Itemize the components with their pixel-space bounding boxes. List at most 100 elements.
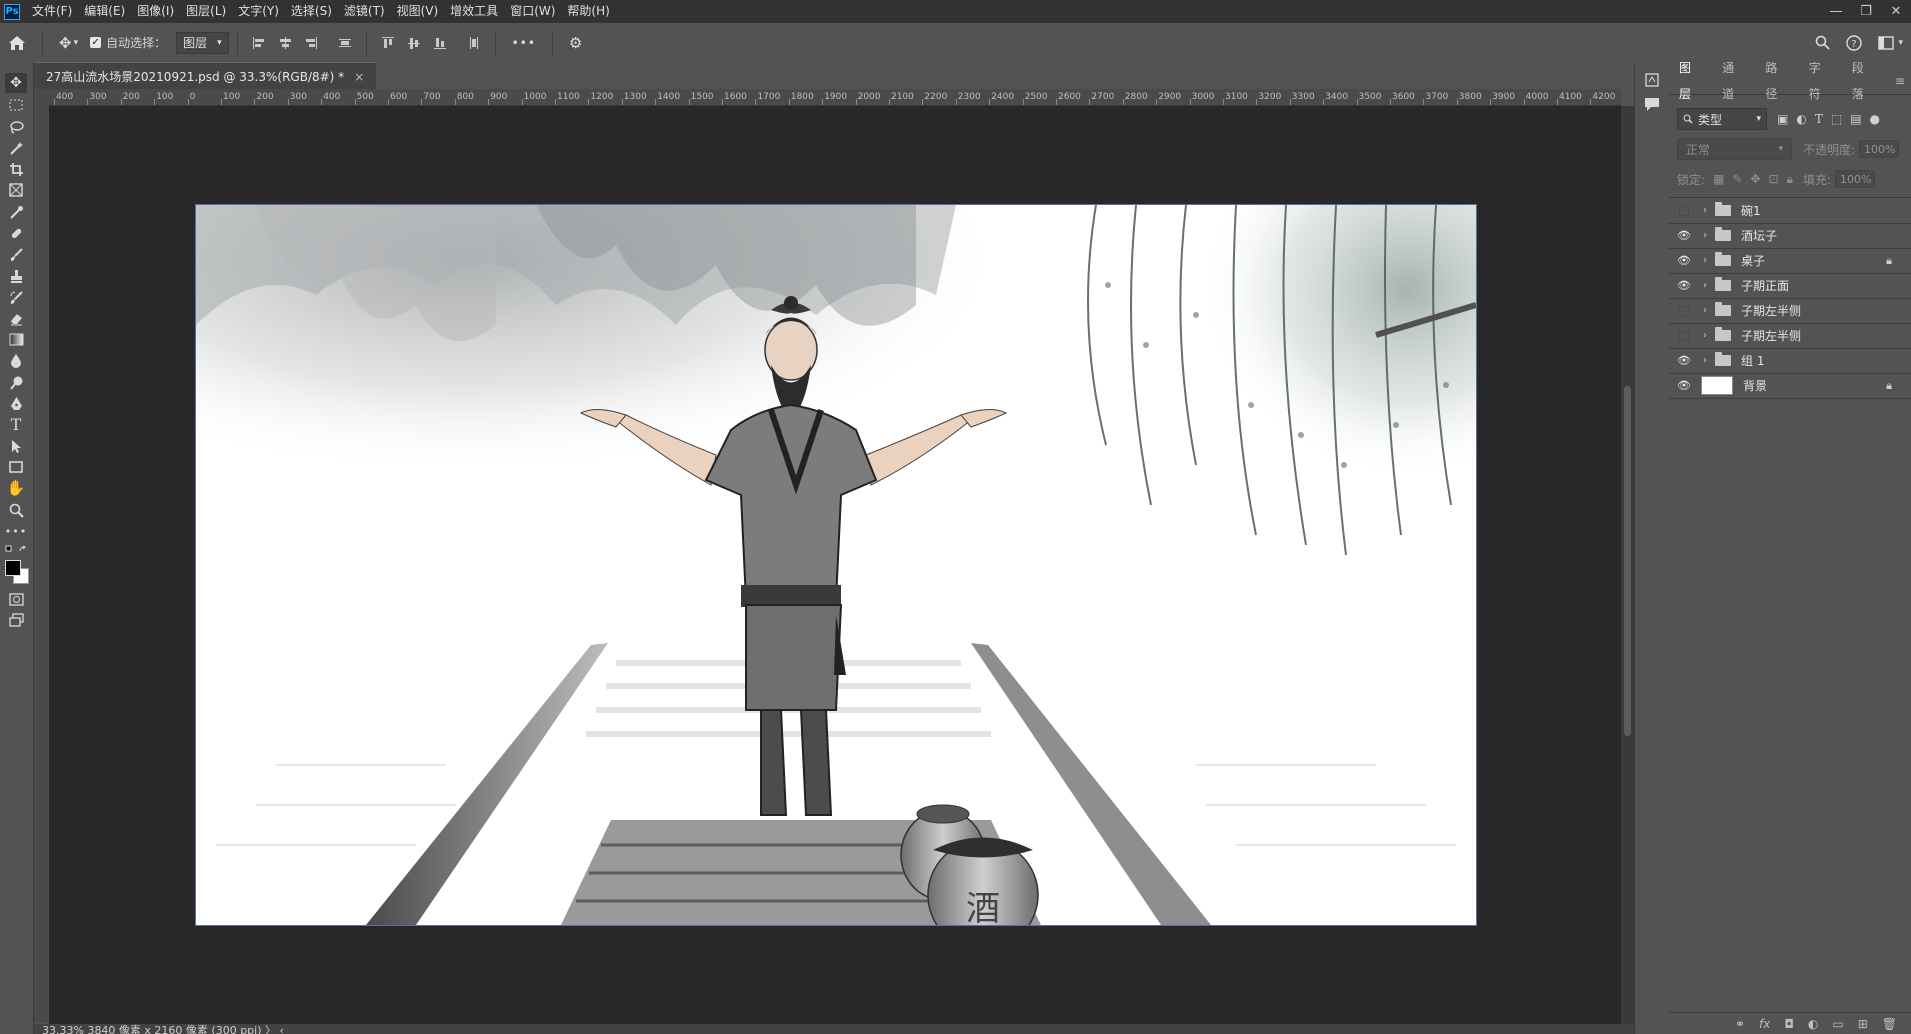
- blend-mode-dropdown[interactable]: 正常 ▾: [1677, 138, 1792, 160]
- vertical-scrollbar[interactable]: [1621, 106, 1634, 1024]
- history-panel-icon[interactable]: [1642, 70, 1662, 90]
- ruler-origin[interactable]: [34, 89, 50, 106]
- vertical-ruler[interactable]: [34, 105, 50, 1023]
- tab-channels[interactable]: 通道: [1712, 55, 1755, 107]
- chevron-right-icon[interactable]: ›: [1699, 280, 1711, 291]
- tab-layers[interactable]: 图层: [1669, 55, 1712, 107]
- menu-view[interactable]: 视图(V): [391, 0, 445, 23]
- auto-select-checkbox[interactable]: ✓ 自动选择：: [90, 34, 166, 51]
- pen-tool-icon[interactable]: [5, 393, 27, 413]
- status-info[interactable]: 33.33% 3840 像素 x 2160 像素 (300 ppi) 〉 ‹: [42, 1024, 284, 1034]
- color-swatches[interactable]: [5, 560, 29, 584]
- lock-position-icon[interactable]: ✥: [1750, 172, 1760, 186]
- lasso-tool-icon[interactable]: [5, 117, 27, 137]
- comments-panel-icon[interactable]: [1642, 94, 1662, 114]
- lock-all-icon[interactable]: 🔒︎: [1787, 172, 1793, 187]
- distribute-vertical-icon[interactable]: [338, 36, 352, 50]
- chevron-down-icon[interactable]: ▾: [1898, 38, 1903, 48]
- layer-filter-dropdown[interactable]: 类型 ▾: [1677, 108, 1767, 130]
- search-icon[interactable]: [1815, 35, 1831, 50]
- menu-layer[interactable]: 图层(L): [180, 0, 232, 23]
- eye-icon[interactable]: 👁︎: [1669, 354, 1699, 367]
- scrollbar-thumb[interactable]: [1624, 386, 1631, 736]
- eye-icon[interactable]: 👁︎: [1669, 379, 1699, 392]
- history-brush-tool-icon[interactable]: [5, 287, 27, 307]
- workspace-icon[interactable]: [1878, 35, 1895, 50]
- menu-plugins[interactable]: 增效工具: [444, 0, 504, 23]
- lock-artboard-icon[interactable]: ⊡: [1769, 172, 1779, 186]
- visibility-toggle[interactable]: [1669, 205, 1699, 216]
- align-top-icon[interactable]: [381, 36, 395, 50]
- eye-icon[interactable]: 👁︎: [1669, 229, 1699, 242]
- quick-mask-icon[interactable]: [5, 589, 27, 609]
- tab-paths[interactable]: 路径: [1755, 55, 1798, 107]
- align-left-icon[interactable]: [252, 36, 266, 50]
- add-mask-icon[interactable]: ◘: [1784, 1017, 1794, 1031]
- clone-stamp-tool-icon[interactable]: [5, 266, 27, 286]
- default-colors-icon[interactable]: [5, 544, 27, 556]
- chevron-right-icon[interactable]: ›: [1699, 205, 1711, 216]
- help-icon[interactable]: ?: [1846, 34, 1863, 51]
- layer-row[interactable]: › 子期左半侧: [1669, 323, 1911, 349]
- layer-row[interactable]: › 碗1: [1669, 198, 1911, 224]
- align-middle-v-icon[interactable]: [407, 36, 421, 50]
- home-icon[interactable]: [8, 35, 26, 51]
- filter-smart-object-icon[interactable]: ▤: [1850, 112, 1861, 126]
- brush-tool-icon[interactable]: [5, 244, 27, 264]
- menu-filter[interactable]: 滤镜(T): [338, 0, 391, 23]
- lock-image-icon[interactable]: ✎: [1732, 172, 1742, 186]
- eye-icon[interactable]: 👁︎: [1669, 279, 1699, 292]
- close-tab-icon[interactable]: ×: [354, 70, 364, 84]
- layer-row-background[interactable]: 👁︎ 背景 🔒︎: [1669, 373, 1911, 399]
- menu-file[interactable]: 文件(F): [26, 0, 78, 23]
- tool-preset-chevron-icon[interactable]: ▾: [74, 38, 79, 48]
- align-center-h-icon[interactable]: [278, 36, 292, 50]
- tab-paragraph[interactable]: 段落: [1842, 55, 1885, 107]
- filter-pixel-icon[interactable]: ▣: [1777, 112, 1788, 126]
- frame-tool-icon[interactable]: [5, 180, 27, 200]
- filter-shape-icon[interactable]: ⬚: [1831, 112, 1842, 126]
- tab-character[interactable]: 字符: [1799, 55, 1842, 107]
- fx-icon[interactable]: fx: [1759, 1017, 1770, 1031]
- document-tab[interactable]: 27高山流水场景20210921.psd @ 33.3%(RGB/8#) * ×: [34, 62, 377, 90]
- filter-toggle-icon[interactable]: ●: [1870, 112, 1880, 126]
- close-window-button[interactable]: ✕: [1881, 0, 1911, 23]
- hand-tool-icon[interactable]: ✋: [5, 478, 27, 498]
- new-group-icon[interactable]: ▭: [1832, 1017, 1843, 1031]
- horizontal-ruler[interactable]: 400 300 200 100 0 100 200 300 400 500 600 700 800 900…: [49, 89, 1621, 106]
- trash-icon[interactable]: 🗑︎: [1882, 1017, 1897, 1031]
- marquee-tool-icon[interactable]: [5, 95, 27, 115]
- screen-mode-icon[interactable]: [5, 610, 27, 630]
- link-layers-icon[interactable]: ⚭: [1735, 1017, 1745, 1031]
- chevron-right-icon[interactable]: ›: [1699, 305, 1711, 316]
- menu-type[interactable]: 文字(Y): [232, 0, 285, 23]
- more-options-icon[interactable]: •••: [512, 36, 536, 50]
- eraser-tool-icon[interactable]: [5, 308, 27, 328]
- opacity-input[interactable]: 100%: [1859, 140, 1900, 158]
- eyedropper-tool-icon[interactable]: [5, 202, 27, 222]
- move-tool-icon[interactable]: ✥: [59, 34, 72, 52]
- distribute-horizontal-icon[interactable]: [467, 36, 481, 50]
- foreground-color-swatch[interactable]: [5, 560, 21, 576]
- filter-adjustment-icon[interactable]: ◐: [1796, 112, 1806, 126]
- healing-brush-tool-icon[interactable]: [5, 223, 27, 243]
- dodge-tool-icon[interactable]: [5, 372, 27, 392]
- move-tool-icon[interactable]: ✥: [5, 73, 27, 93]
- menu-window[interactable]: 窗口(W): [504, 0, 561, 23]
- menu-edit[interactable]: 编辑(E): [78, 0, 131, 23]
- edit-toolbar-icon[interactable]: •••: [5, 521, 27, 541]
- align-bottom-icon[interactable]: [433, 36, 447, 50]
- type-tool-icon[interactable]: T: [5, 414, 27, 434]
- gear-icon[interactable]: ⚙: [569, 34, 582, 52]
- visibility-toggle[interactable]: [1669, 305, 1699, 316]
- path-selection-tool-icon[interactable]: [5, 436, 27, 456]
- minimize-button[interactable]: —: [1821, 0, 1851, 23]
- layer-row[interactable]: › 子期左半侧: [1669, 298, 1911, 324]
- panel-menu-icon[interactable]: ≡: [1885, 68, 1911, 94]
- crop-tool-icon[interactable]: [5, 159, 27, 179]
- lock-transparent-icon[interactable]: ▦: [1713, 172, 1724, 186]
- layer-row[interactable]: 👁︎ › 子期正面: [1669, 273, 1911, 299]
- visibility-toggle[interactable]: [1669, 330, 1699, 341]
- layer-row[interactable]: 👁︎ › 桌子 🔒︎: [1669, 248, 1911, 274]
- canvas[interactable]: 酒: [195, 204, 1477, 926]
